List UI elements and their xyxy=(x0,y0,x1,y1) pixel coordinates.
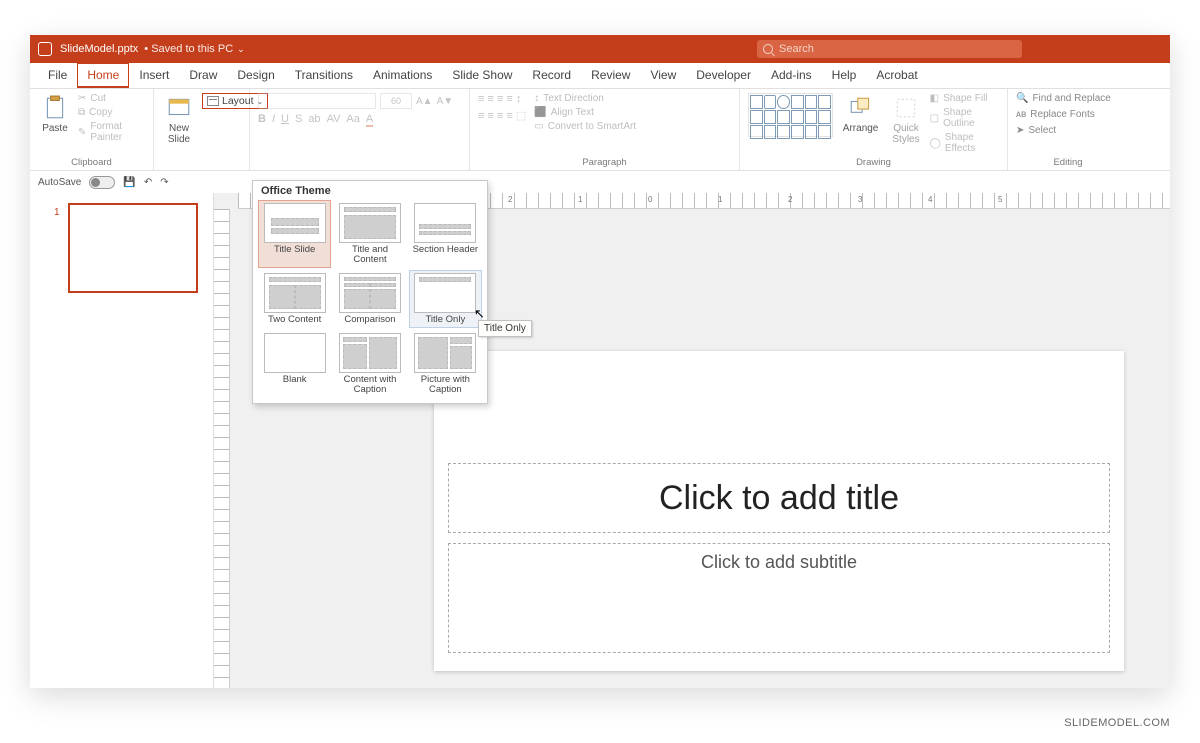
vertical-ruler xyxy=(214,209,230,688)
shape-fill-button[interactable]: ◧Shape Fill xyxy=(930,93,999,104)
replace-icon: ᴀʙ xyxy=(1016,109,1026,120)
search-box[interactable]: Search xyxy=(757,40,1022,58)
quick-styles-button[interactable]: Quick Styles xyxy=(888,93,923,147)
group-drawing: Arrange Quick Styles ◧Shape Fill ▢Shape … xyxy=(740,89,1008,170)
title-placeholder[interactable]: Click to add title xyxy=(448,463,1110,533)
layout-option-blank[interactable]: Blank xyxy=(259,331,330,397)
copy-icon: ⧉ xyxy=(78,107,85,118)
group-label-drawing: Drawing xyxy=(740,157,1007,168)
save-status: • Saved to this PC xyxy=(144,43,233,55)
layout-option-title-slide[interactable]: Title Slide xyxy=(259,201,330,267)
slide-thumbnail-panel: 1 xyxy=(30,193,214,688)
arrange-button[interactable]: Arrange xyxy=(839,93,883,136)
text-direction-button[interactable]: ↕Text Direction xyxy=(534,93,636,104)
layout-option-section-header[interactable]: Section Header xyxy=(410,201,481,267)
outline-icon: ▢ xyxy=(930,113,939,124)
redo-button[interactable]: ↷ xyxy=(160,177,168,188)
document-name: SlideModel.pptx xyxy=(60,43,138,55)
search-icon xyxy=(763,44,773,54)
find-replace-button[interactable]: 🔍Find and Replace xyxy=(1016,93,1120,104)
tab-review[interactable]: Review xyxy=(581,63,640,88)
subtitle-placeholder[interactable]: Click to add subtitle xyxy=(448,543,1110,653)
replace-fonts-button[interactable]: ᴀʙReplace Fonts xyxy=(1016,109,1120,120)
tab-draw[interactable]: Draw xyxy=(179,63,227,88)
shape-outline-button[interactable]: ▢Shape Outline xyxy=(930,107,999,129)
layout-option-content-caption[interactable]: Content with Caption xyxy=(334,331,405,397)
quick-access-bar: AutoSave 💾 ↶ ↷ xyxy=(30,171,177,193)
slide-canvas[interactable]: Click to add title Click to add subtitle xyxy=(434,351,1124,671)
layout-option-title-only[interactable]: Title Only xyxy=(410,271,481,327)
group-label-clipboard: Clipboard xyxy=(30,157,153,168)
chevron-down-icon[interactable]: ⌄ xyxy=(237,44,245,55)
workspace: 1 5 4 3 2 1 0 1 2 3 4 5 Click to add tit… xyxy=(30,193,1170,688)
save-icon[interactable]: 💾 xyxy=(123,177,135,188)
brush-icon: ✎ xyxy=(78,127,86,138)
tab-insert[interactable]: Insert xyxy=(129,63,179,88)
convert-smartart-button[interactable]: ▭Convert to SmartArt xyxy=(534,121,636,132)
layout-option-two-content[interactable]: Two Content xyxy=(259,271,330,327)
undo-button[interactable]: ↶ xyxy=(144,177,152,188)
copy-button[interactable]: ⧉Copy xyxy=(78,107,145,118)
slide-number: 1 xyxy=(54,207,60,218)
layout-option-picture-caption[interactable]: Picture with Caption xyxy=(410,331,481,397)
group-font: 60 A▲A▼ BIUSabAVAaA xyxy=(250,89,470,170)
tab-help[interactable]: Help xyxy=(822,63,867,88)
tab-developer[interactable]: Developer xyxy=(686,63,761,88)
tab-view[interactable]: View xyxy=(640,63,686,88)
scissors-icon: ✂ xyxy=(78,93,86,104)
cursor-icon: ➤ xyxy=(1016,125,1024,136)
autosave-toggle[interactable] xyxy=(89,176,115,189)
group-editing: 🔍Find and Replace ᴀʙReplace Fonts ➤Selec… xyxy=(1008,89,1128,170)
layout-gallery-popup: Office Theme Title Slide Title and Conte… xyxy=(252,180,488,404)
shape-effects-button[interactable]: ◯Shape Effects xyxy=(930,132,999,154)
tab-home[interactable]: Home xyxy=(77,63,129,88)
group-slides: New Slide Layout ⌄ xyxy=(154,89,250,170)
layout-option-comparison[interactable]: Comparison xyxy=(334,271,405,327)
layout-gallery-header: Office Theme xyxy=(253,181,487,201)
search-placeholder: Search xyxy=(779,43,814,55)
fill-icon: ◧ xyxy=(930,93,939,104)
slide-thumbnail-1[interactable] xyxy=(68,203,198,293)
title-bar: SlideModel.pptx • Saved to this PC ⌄ Sea… xyxy=(30,35,1170,63)
ribbon: Paste ✂Cut ⧉Copy ✎Format Painter Clipboa… xyxy=(30,89,1170,171)
group-label-paragraph: Paragraph xyxy=(470,157,739,168)
new-slide-button[interactable]: New Slide xyxy=(162,93,196,147)
group-clipboard: Paste ✂Cut ⧉Copy ✎Format Painter Clipboa… xyxy=(30,89,154,170)
tab-slide-show[interactable]: Slide Show xyxy=(442,63,522,88)
tab-design[interactable]: Design xyxy=(227,63,284,88)
select-button[interactable]: ➤Select xyxy=(1016,125,1120,136)
tab-acrobat[interactable]: Acrobat xyxy=(866,63,927,88)
shape-gallery[interactable] xyxy=(748,93,833,137)
ribbon-tabs: File Home Insert Draw Design Transitions… xyxy=(30,63,1170,89)
tab-record[interactable]: Record xyxy=(522,63,581,88)
tab-transitions[interactable]: Transitions xyxy=(285,63,363,88)
autosave-label: AutoSave xyxy=(38,177,81,188)
smartart-icon: ▭ xyxy=(534,121,543,132)
powerpoint-icon xyxy=(38,42,52,56)
format-painter-button[interactable]: ✎Format Painter xyxy=(78,121,145,143)
layout-option-title-content[interactable]: Title and Content xyxy=(334,201,405,267)
text-direction-icon: ↕ xyxy=(534,93,539,104)
tab-file[interactable]: File xyxy=(38,63,77,88)
layout-icon xyxy=(207,96,219,106)
search-icon: 🔍 xyxy=(1016,93,1028,104)
tab-addins[interactable]: Add-ins xyxy=(761,63,822,88)
group-label-editing: Editing xyxy=(1008,157,1128,168)
layout-tooltip: Title Only xyxy=(478,320,532,337)
align-text-button[interactable]: ⬛Align Text xyxy=(534,107,636,118)
align-icon: ⬛ xyxy=(534,107,546,118)
paste-button[interactable]: Paste xyxy=(38,93,72,136)
tab-animations[interactable]: Animations xyxy=(363,63,442,88)
watermark: SLIDEMODEL.COM xyxy=(1064,717,1170,729)
effects-icon: ◯ xyxy=(930,138,941,149)
cut-button[interactable]: ✂Cut xyxy=(78,93,145,104)
group-paragraph: ≡ ≡ ≡ ≡ ↕ ≡ ≡ ≡ ≡ ⬚ ↕Text Direction ⬛Ali… xyxy=(470,89,740,170)
mouse-cursor-icon: ↖ xyxy=(474,306,485,322)
